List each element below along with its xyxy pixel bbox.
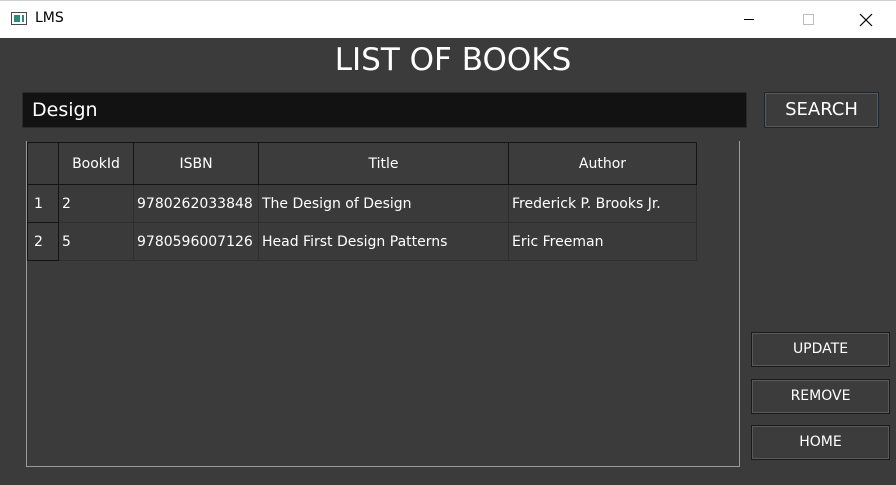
column-header-isbn[interactable]: ISBN — [133, 142, 259, 185]
cell-isbn[interactable]: 9780596007126 — [133, 222, 259, 261]
minimize-icon — [744, 19, 754, 20]
close-button[interactable] — [838, 1, 896, 38]
maximize-button[interactable] — [779, 1, 837, 38]
app-window-icon — [11, 12, 27, 25]
search-button[interactable]: SEARCH — [764, 92, 879, 128]
update-button[interactable]: UPDATE — [751, 332, 890, 367]
window-title: LMS — [35, 10, 64, 26]
home-button[interactable]: HOME — [751, 425, 890, 460]
page-title: LIST OF BOOKS — [334, 42, 572, 78]
books-table[interactable]: BookId ISBN Title Author 1 2 97802620338… — [27, 142, 697, 261]
cell-author[interactable]: Eric Freeman — [508, 222, 697, 261]
cell-bookid[interactable]: 2 — [58, 184, 134, 223]
column-header-author[interactable]: Author — [508, 142, 697, 185]
search-input[interactable]: Design — [22, 92, 747, 128]
cell-author[interactable]: Frederick P. Brooks Jr. — [508, 184, 697, 223]
window-titlebar: LMS — [0, 0, 896, 38]
cell-bookid[interactable]: 5 — [58, 222, 134, 261]
close-icon — [859, 13, 873, 27]
row-header[interactable]: 1 — [27, 184, 59, 223]
row-header[interactable]: 2 — [27, 222, 59, 261]
table-row[interactable]: 2 5 9780596007126 Head First Design Patt… — [27, 222, 697, 261]
table-row[interactable]: 1 2 9780262033848 The Design of Design F… — [27, 184, 697, 223]
corner-header[interactable] — [27, 142, 59, 185]
cell-title[interactable]: The Design of Design — [258, 184, 509, 223]
maximize-icon — [803, 14, 814, 25]
cell-isbn[interactable]: 9780262033848 — [133, 184, 259, 223]
cell-title[interactable]: Head First Design Patterns — [258, 222, 509, 261]
column-header-title[interactable]: Title — [258, 142, 509, 185]
remove-button[interactable]: REMOVE — [751, 379, 890, 414]
column-header-bookid[interactable]: BookId — [58, 142, 134, 185]
minimize-button[interactable] — [720, 1, 778, 38]
table-header-row: BookId ISBN Title Author — [27, 142, 697, 185]
